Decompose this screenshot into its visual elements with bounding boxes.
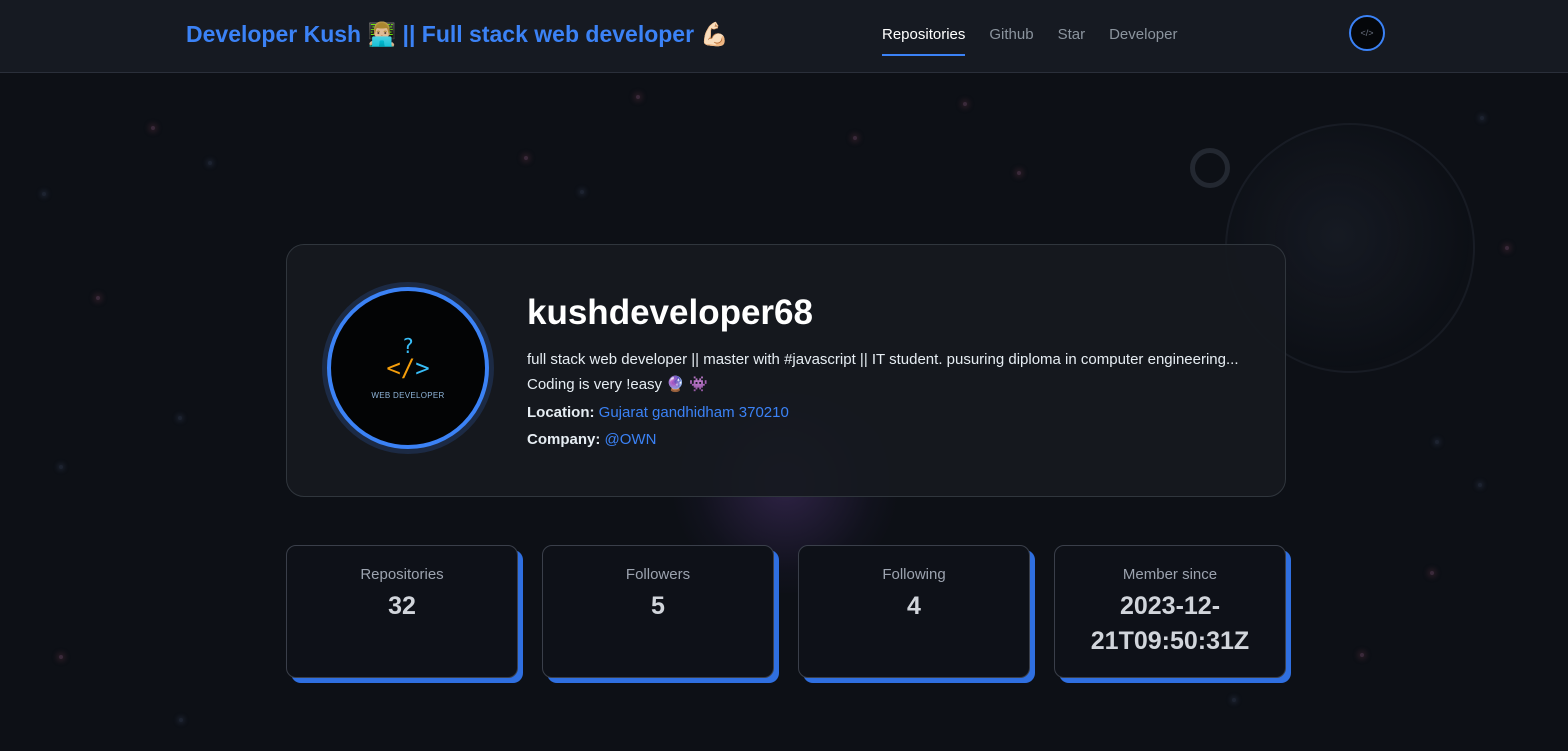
code-brackets-icon: </> (386, 353, 430, 382)
star-decoration (963, 102, 967, 106)
stat-label: Member since (1122, 566, 1218, 583)
profile-avatar: ? </> WEB DEVELOPER (327, 287, 489, 449)
star-decoration (208, 161, 212, 165)
profile-bio: full stack web developer || master with … (527, 351, 1239, 393)
company-label: Company: (527, 431, 601, 448)
company-link[interactable]: @OWN (605, 431, 657, 448)
star-decoration (1435, 440, 1439, 444)
star-decoration (42, 192, 46, 196)
nav-item-repositories[interactable]: Repositories (882, 26, 966, 56)
star-decoration (636, 95, 640, 99)
star-decoration (96, 296, 100, 300)
star-decoration (178, 416, 182, 420)
star-decoration (1430, 571, 1434, 575)
location-link[interactable]: Gujarat gandhidham 370210 (599, 404, 789, 421)
stat-label: Following (882, 566, 946, 583)
top-navbar: Developer Kush 👨🏼‍💻 || Full stack web de… (0, 0, 1568, 73)
main-nav: Repositories Github Star Developer (882, 26, 1177, 56)
stat-card-following: Following 4 (798, 545, 1030, 678)
location-label: Location: (527, 404, 595, 421)
stat-value: 32 (388, 592, 416, 620)
stat-card-repositories: Repositories 32 (286, 545, 518, 678)
profile-location: Location: Gujarat gandhidham 370210 (527, 402, 1247, 424)
nav-item-star[interactable]: Star (1058, 26, 1086, 56)
star-decoration (1478, 483, 1482, 487)
octocat-ring-decoration (1190, 148, 1230, 188)
star-decoration (59, 655, 63, 659)
star-decoration (1505, 246, 1509, 250)
stat-label: Repositories (360, 566, 444, 583)
profile-company: Company: @OWN (527, 429, 1247, 451)
star-decoration (59, 465, 63, 469)
stat-card-member-since: Member since 2023-12-21T09:50:31Z (1054, 545, 1286, 678)
star-decoration (853, 136, 857, 140)
avatar-caption: WEB DEVELOPER (371, 390, 445, 400)
star-decoration (580, 190, 584, 194)
star-decoration (151, 126, 155, 130)
star-decoration (1480, 116, 1484, 120)
stat-label: Followers (625, 566, 691, 583)
nav-item-github[interactable]: Github (989, 26, 1033, 56)
code-icon: </> (1360, 28, 1374, 38)
profile-info: kushdeveloper68 full stack web developer… (527, 291, 1247, 451)
profile-card: ? </> WEB DEVELOPER kushdeveloper68 full… (286, 244, 1286, 497)
stat-value: 5 (651, 592, 665, 620)
star-decoration (179, 718, 183, 722)
star-decoration (1017, 171, 1021, 175)
stat-value: 4 (907, 592, 921, 620)
brand-title[interactable]: Developer Kush 👨🏼‍💻 || Full stack web de… (186, 21, 729, 48)
star-decoration (1360, 653, 1364, 657)
star-decoration (524, 156, 528, 160)
star-decoration (1232, 698, 1236, 702)
profile-username: kushdeveloper68 (527, 293, 813, 332)
nav-item-developer[interactable]: Developer (1109, 26, 1177, 56)
question-mark-icon: ? (401, 333, 415, 358)
stat-card-followers: Followers 5 (542, 545, 774, 678)
stat-value: 2023-12-21T09:50:31Z (1090, 592, 1250, 655)
header-avatar[interactable]: </> (1349, 15, 1385, 51)
